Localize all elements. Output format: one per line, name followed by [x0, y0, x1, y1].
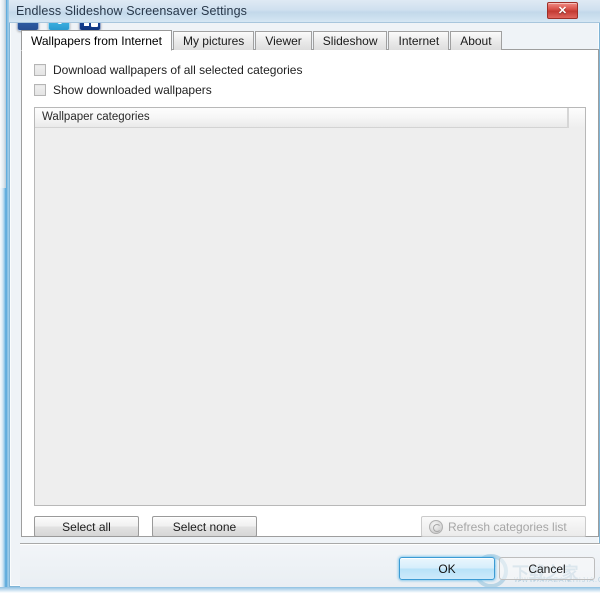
select-all-button[interactable]: Select all: [34, 516, 139, 537]
window-frame-bottom-edge: [0, 587, 600, 593]
tab-about[interactable]: About: [450, 31, 502, 50]
list-column-header-row: Wallpaper categories: [35, 108, 585, 128]
button-label: Select all: [62, 519, 111, 534]
window-client-area: Wallpapers from Internet My pictures Vie…: [9, 0, 600, 588]
select-none-button[interactable]: Select none: [152, 516, 257, 537]
tab-label: About: [460, 34, 492, 48]
tab-internet[interactable]: Internet: [388, 31, 450, 50]
tab-slideshow[interactable]: Slideshow: [312, 31, 388, 50]
cancel-button[interactable]: Cancel: [499, 557, 595, 580]
checkbox-label: Download wallpapers of all selected cate…: [53, 63, 303, 77]
tab-my-pictures[interactable]: My pictures: [172, 31, 255, 50]
list-body-empty[interactable]: [35, 129, 585, 505]
tab-wallpapers-from-internet[interactable]: Wallpapers from Internet: [21, 30, 172, 51]
checkbox-box[interactable]: [34, 64, 46, 76]
title-bar[interactable]: Endless Slideshow Screensaver Settings ✕: [9, 0, 600, 23]
column-header-wallpaper-categories[interactable]: Wallpaper categories: [42, 111, 150, 123]
checkbox-label: Show downloaded wallpapers: [53, 83, 212, 97]
button-label: Refresh categories list: [448, 519, 567, 534]
button-label: OK: [438, 561, 456, 576]
checkbox-box[interactable]: [34, 84, 46, 96]
refresh-categories-list-button: Refresh categories list: [421, 516, 586, 537]
button-label: Cancel: [528, 561, 566, 576]
list-header-corner: [568, 108, 585, 128]
wallpaper-categories-list[interactable]: Wallpaper categories: [34, 107, 586, 506]
tab-label: Viewer: [265, 34, 302, 48]
window-frame: Wallpapers from Internet My pictures Vie…: [0, 0, 600, 593]
close-button[interactable]: ✕: [547, 2, 578, 19]
tab-label: Internet: [398, 34, 440, 48]
window-title: Endless Slideshow Screensaver Settings: [16, 4, 248, 18]
window-frame-left-highlight: [0, 0, 6, 188]
button-label: Select none: [172, 519, 237, 534]
tab-strip: Wallpapers from Internet My pictures Vie…: [21, 30, 503, 51]
refresh-icon: [429, 520, 443, 534]
tab-label: Slideshow: [322, 34, 378, 48]
tab-label: Wallpapers from Internet: [31, 33, 162, 48]
tab-content-panel: Download wallpapers of all selected cate…: [21, 49, 599, 537]
tab-viewer[interactable]: Viewer: [255, 31, 312, 50]
checkbox-download-all-selected-categories[interactable]: Download wallpapers of all selected cate…: [34, 63, 302, 77]
ok-button[interactable]: OK: [399, 557, 495, 580]
close-icon: ✕: [557, 5, 568, 17]
checkbox-show-downloaded-wallpapers[interactable]: Show downloaded wallpapers: [34, 83, 212, 97]
tab-label: My pictures: [182, 34, 245, 48]
